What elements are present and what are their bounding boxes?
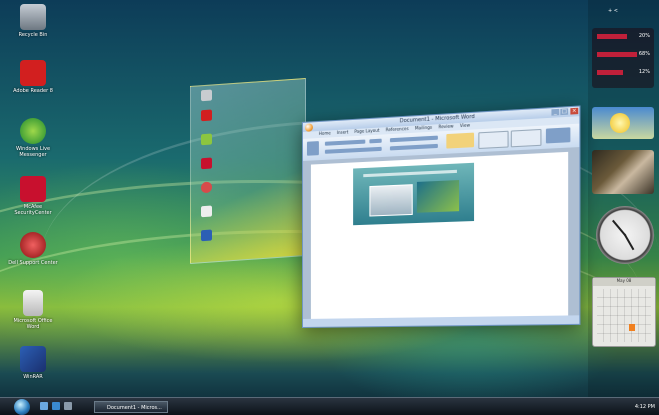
desktop-background: Recycle Bin Adobe Reader 8 Windows Live … xyxy=(0,0,659,415)
mcafee-icon xyxy=(20,176,46,202)
sun-icon xyxy=(610,113,630,133)
winrar-icon xyxy=(201,229,212,242)
desktop-icon-adobe-reader[interactable]: Adobe Reader 8 xyxy=(8,60,58,94)
editing-buttons[interactable] xyxy=(545,127,571,144)
cpu-value: 12% xyxy=(638,69,650,75)
messenger-icon xyxy=(201,133,212,146)
system-tray[interactable]: 4:12 PM xyxy=(571,401,655,413)
desktop-icon-messenger[interactable]: Windows Live Messenger xyxy=(8,118,58,158)
desktop-icon-recycle-bin[interactable]: Recycle Bin xyxy=(8,4,58,38)
flip3d-desktop-window[interactable] xyxy=(190,77,306,265)
document-banner-image xyxy=(353,162,475,226)
desktop-icon-label: Recycle Bin xyxy=(18,32,48,38)
banner-screenshot xyxy=(416,180,460,213)
desktop-icon-dell-support[interactable]: Dell Support Center xyxy=(8,232,58,266)
recycle-bin-icon xyxy=(201,89,212,102)
minimize-icon[interactable]: _ xyxy=(551,108,560,116)
calendar-today xyxy=(629,324,635,331)
taskbar: Document1 - Micros... 4:12 PM xyxy=(0,397,659,415)
cpu-bar xyxy=(597,52,637,57)
font-size-select[interactable] xyxy=(369,138,382,144)
dell-support-icon xyxy=(201,181,212,194)
clock-minute-hand xyxy=(612,219,627,237)
cpu-meter-gadget[interactable]: 20% 68% 12% xyxy=(592,28,654,88)
mcafee-icon xyxy=(201,157,212,170)
recycle-bin-icon xyxy=(20,4,46,30)
document-page[interactable] xyxy=(310,151,569,319)
start-button[interactable] xyxy=(14,399,30,415)
close-icon[interactable]: × xyxy=(570,107,579,115)
font-format-buttons[interactable] xyxy=(324,146,382,154)
desktop-icon-label: WinRAR xyxy=(23,374,43,380)
document-icon xyxy=(23,290,43,316)
cpu-value: 20% xyxy=(638,33,650,39)
clock-gadget[interactable] xyxy=(596,206,654,264)
desktop-icon-label: McAfee SecurityCenter xyxy=(14,204,52,216)
paste-button[interactable] xyxy=(306,141,319,156)
desktop-icon-word-doc[interactable]: Microsoft Office Word xyxy=(8,290,58,330)
show-desktop-icon[interactable] xyxy=(40,402,48,410)
cpu-value: 68% xyxy=(638,51,650,57)
switch-windows-icon[interactable] xyxy=(64,402,72,410)
desktop-icon-label: Dell Support Center xyxy=(8,260,58,266)
document-area[interactable] xyxy=(302,147,580,319)
desktop-icon-winrar[interactable]: WinRAR xyxy=(8,346,58,380)
taskbar-button-word[interactable]: Document1 - Micros... xyxy=(94,401,168,413)
alignment-buttons[interactable] xyxy=(389,143,438,151)
adobe-reader-icon xyxy=(201,109,212,122)
style-heading[interactable] xyxy=(510,128,542,148)
calendar-gadget[interactable]: May 08 xyxy=(592,277,656,347)
adobe-reader-icon xyxy=(20,60,46,86)
winrar-icon xyxy=(20,346,46,372)
calendar-month: May 08 xyxy=(593,278,655,286)
banner-screenshot xyxy=(369,184,413,217)
slideshow-gadget[interactable] xyxy=(592,150,654,194)
maximize-icon[interactable]: □ xyxy=(560,108,569,116)
cpu-bar xyxy=(597,34,627,39)
internet-explorer-icon[interactable] xyxy=(52,402,60,410)
sidebar-controls[interactable]: + < xyxy=(608,8,652,16)
document-icon xyxy=(201,205,212,218)
cpu-bar xyxy=(597,70,623,75)
banner-title xyxy=(363,169,457,178)
clock-hour-hand xyxy=(623,233,635,251)
desktop-icon-mcafee[interactable]: McAfee SecurityCenter xyxy=(8,176,58,216)
desktop-icon-label: Windows Live Messenger xyxy=(15,146,51,158)
desktop-icon-label: Adobe Reader 8 xyxy=(13,88,53,94)
weather-gadget[interactable] xyxy=(592,107,654,139)
style-no-spacing[interactable] xyxy=(478,130,509,150)
style-normal[interactable] xyxy=(446,132,475,149)
desktop-icon-label: Microsoft Office Word xyxy=(13,318,53,330)
font-name-select[interactable] xyxy=(324,139,366,146)
word-window[interactable]: Document1 - Microsoft Word _ □ × Home In… xyxy=(302,105,581,329)
messenger-icon xyxy=(20,118,46,144)
calendar-grid xyxy=(597,289,651,342)
paragraph-buttons[interactable] xyxy=(389,135,438,143)
dell-support-icon xyxy=(20,232,46,258)
